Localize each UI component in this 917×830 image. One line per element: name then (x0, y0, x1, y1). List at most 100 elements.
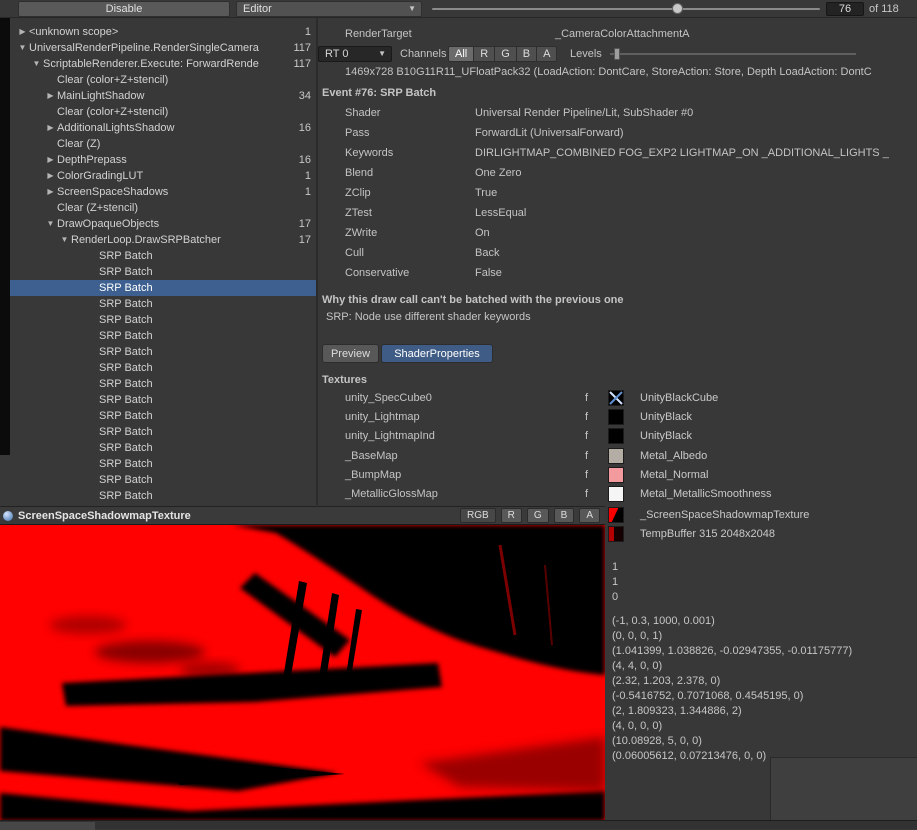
expand-arrow-icon[interactable]: ▼ (16, 40, 29, 56)
tree-row[interactable]: SRP Batch (10, 360, 316, 376)
texture-flag: f (585, 389, 588, 407)
vector-value: (-0.5416752, 0.7071068, 0.4545195, 0) (612, 690, 803, 702)
tree-row[interactable]: SRP Batch (10, 456, 316, 472)
texture-thumbnail[interactable] (608, 448, 624, 464)
prop-value: DIRLIGHTMAP_COMBINED FOG_EXP2 LIGHTMAP_O… (475, 147, 915, 159)
preview-channel-r-button[interactable]: R (501, 508, 522, 523)
tree-row[interactable]: Clear (Z) (10, 136, 316, 152)
texture-display-name: Metal_Normal (640, 466, 708, 484)
texture-thumbnail[interactable] (608, 507, 624, 523)
tree-row[interactable]: ▶ScreenSpaceShadows1 (10, 184, 316, 200)
tree-row[interactable]: Clear (color+Z+stencil) (10, 104, 316, 120)
channel-button-a[interactable]: A (537, 46, 557, 62)
target-selector-dropdown[interactable]: Editor▼ (236, 1, 422, 17)
tree-row-selected[interactable]: SRP Batch (10, 280, 316, 296)
tree-row-label: SRP Batch (99, 376, 316, 392)
texture-flag: f (585, 466, 588, 484)
tree-row[interactable]: SRP Batch (10, 312, 316, 328)
tree-row[interactable]: ▶AdditionalLightsShadow16 (10, 120, 316, 136)
preview-channel-rgb-button[interactable]: RGB (460, 508, 496, 523)
tree-row[interactable]: SRP Batch (10, 424, 316, 440)
channel-button-g[interactable]: G (495, 46, 517, 62)
tree-row[interactable]: SRP Batch (10, 488, 316, 504)
render-target-info: 1469x728 B10G11R11_UFloatPack32 (LoadAct… (345, 66, 915, 78)
status-bar (0, 820, 917, 829)
texture-row[interactable]: _BaseMap f Metal_Albedo (318, 447, 917, 465)
texture-row[interactable]: unity_SpecCube0 f UnityBlackCube (318, 389, 917, 407)
texture-name: unity_LightmapInd (345, 427, 435, 445)
tree-row[interactable]: Clear (Z+stencil) (10, 200, 316, 216)
preview-channel-b-button[interactable]: B (554, 508, 575, 523)
tree-row[interactable]: SRP Batch (10, 296, 316, 312)
tree-row-label: SRP Batch (99, 280, 316, 296)
tree-row[interactable]: SRP Batch (10, 472, 316, 488)
shadowmap-preview-image (0, 525, 605, 821)
tree-row[interactable]: SRP Batch (10, 440, 316, 456)
tree-row[interactable]: Clear (color+Z+stencil) (10, 72, 316, 88)
texture-thumbnail[interactable] (608, 409, 624, 425)
texture-row[interactable]: unity_LightmapInd f UnityBlack (318, 427, 917, 445)
tree-row-label: MainLightShadow (57, 88, 291, 104)
tree-row[interactable]: SRP Batch (10, 376, 316, 392)
tree-row[interactable]: ▶<unknown scope>1 (10, 24, 316, 40)
frame-slider[interactable] (432, 8, 820, 10)
texture-thumbnail[interactable] (608, 467, 624, 483)
tree-row-count: 1 (297, 168, 316, 184)
vector-value: (2, 1.809323, 1.344886, 2) (612, 705, 742, 717)
expand-arrow-icon[interactable]: ▼ (58, 232, 71, 248)
tree-row[interactable]: ▶DepthPrepass16 (10, 152, 316, 168)
expand-arrow-icon[interactable]: ▼ (30, 56, 43, 72)
preview-channel-a-button[interactable]: A (579, 508, 600, 523)
channel-button-b[interactable]: B (517, 46, 537, 62)
expand-arrow-icon[interactable]: ▼ (44, 216, 57, 232)
tree-row-count: 34 (291, 88, 316, 104)
prop-label: ZClip (345, 187, 371, 199)
preview-title: ScreenSpaceShadowmapTexture (18, 510, 460, 522)
tree-row[interactable]: SRP Batch (10, 248, 316, 264)
expand-arrow-icon[interactable]: ▶ (44, 168, 57, 184)
texture-thumbnail-cubemap[interactable] (608, 390, 624, 406)
texture-name: _MetallicGlossMap (345, 485, 438, 503)
channel-button-r[interactable]: R (474, 46, 495, 62)
tree-row[interactable]: ▶MainLightShadow34 (10, 88, 316, 104)
texture-thumbnail[interactable] (608, 486, 624, 502)
tree-row[interactable]: ▼RenderLoop.DrawSRPBatcher17 (10, 232, 316, 248)
texture-row[interactable]: _BumpMap f Metal_Normal (318, 466, 917, 484)
texture-row[interactable]: _MetallicGlossMap f Metal_MetallicSmooth… (318, 485, 917, 503)
chevron-down-icon: ▼ (408, 2, 416, 16)
tree-row[interactable]: SRP Batch (10, 344, 316, 360)
tree-row-label: SRP Batch (99, 328, 316, 344)
tree-row[interactable]: ▼UniversalRenderPipeline.RenderSingleCam… (10, 40, 316, 56)
levels-slider-handle[interactable] (614, 48, 620, 60)
tree-row[interactable]: SRP Batch (10, 408, 316, 424)
shadowmap-render (0, 525, 605, 821)
rt-index-dropdown[interactable]: RT 0▼ (318, 46, 392, 62)
frame-slider-handle[interactable] (672, 3, 683, 14)
levels-slider[interactable] (610, 53, 856, 55)
expand-arrow-icon[interactable]: ▶ (16, 24, 29, 40)
expand-arrow-icon[interactable]: ▶ (44, 184, 57, 200)
preview-channel-g-button[interactable]: G (527, 508, 549, 523)
texture-row[interactable]: unity_Lightmap f UnityBlack (318, 408, 917, 426)
textures-section-title: Textures (322, 374, 367, 386)
expand-arrow-icon[interactable]: ▶ (44, 120, 57, 136)
texture-thumbnail[interactable] (608, 428, 624, 444)
tab-preview[interactable]: Preview (322, 344, 379, 363)
texture-thumbnail[interactable] (608, 526, 624, 542)
expand-arrow-icon[interactable]: ▶ (44, 88, 57, 104)
preview-title-bar[interactable]: ScreenSpaceShadowmapTexture RGB R G B A (0, 507, 605, 525)
frame-number-input[interactable]: 76 (826, 2, 864, 16)
channel-button-all[interactable]: All (448, 46, 474, 62)
tab-shader-properties[interactable]: ShaderProperties (381, 344, 493, 363)
prop-label: Pass (345, 127, 369, 139)
tree-row[interactable]: ▼ScriptableRenderer.Execute: ForwardRend… (10, 56, 316, 72)
tree-row[interactable]: ▼DrawOpaqueObjects17 (10, 216, 316, 232)
tree-row[interactable]: SRP Batch (10, 328, 316, 344)
prop-label: Shader (345, 107, 380, 119)
expand-arrow-icon[interactable]: ▶ (44, 152, 57, 168)
tree-row[interactable]: ▶ColorGradingLUT1 (10, 168, 316, 184)
tree-row[interactable]: SRP Batch (10, 392, 316, 408)
disable-button[interactable]: Disable (18, 1, 230, 17)
tree-row[interactable]: SRP Batch (10, 264, 316, 280)
render-target-value: _CameraColorAttachmentA (555, 28, 690, 40)
